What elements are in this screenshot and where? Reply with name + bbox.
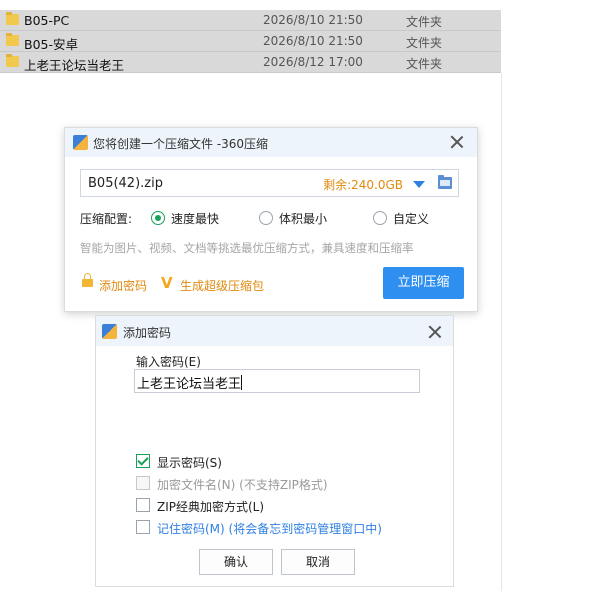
360-compress-logo-icon (73, 135, 88, 150)
360-compress-logo-icon (102, 324, 117, 339)
radio-smallest[interactable] (259, 211, 273, 225)
encrypt-filename-checkbox[interactable] (136, 476, 150, 490)
text-caret (241, 375, 243, 390)
radio-fastest[interactable] (151, 211, 165, 225)
file-list: B05-PC 2026/8/10 21:50 文件夹 B05-安卓 2026/8… (0, 10, 501, 73)
file-type: 文件夹 (406, 36, 443, 50)
show-password-checkbox[interactable] (136, 454, 150, 468)
file-date: 2026/8/12 17:00 (263, 55, 363, 69)
add-password-dialog: 添加密码 输入密码(E) 上老王论坛当老王 显示密码(S) 加密文件名(N) (… (95, 315, 454, 587)
encrypt-filename-label: 加密文件名(N) (不支持ZIP格式) (157, 478, 328, 492)
folder-icon (6, 54, 19, 67)
password-input-label: 输入密码(E) (136, 355, 201, 369)
folder-icon (6, 33, 19, 46)
remember-password-checkbox[interactable] (136, 520, 150, 534)
compress-dialog-title: 您将创建一个压缩文件 -360压缩 (93, 137, 269, 151)
folder-icon (6, 12, 19, 25)
compress-config-label: 压缩配置: (80, 212, 133, 226)
zip-classic-encryption-checkbox[interactable] (136, 498, 150, 512)
file-name: 上老王论坛当老王 (24, 58, 125, 73)
compress-dialog: 您将创建一个压缩文件 -360压缩 B05(42).zip 剩余:240.0GB… (64, 127, 478, 312)
compress-now-button[interactable]: 立即压缩 (383, 267, 464, 299)
zip-classic-encryption-label[interactable]: ZIP经典加密方式(L) (157, 498, 264, 515)
file-name: B05-安卓 (24, 37, 78, 52)
file-date: 2026/8/10 21:50 (263, 13, 363, 27)
close-icon[interactable] (449, 134, 465, 150)
file-type: 文件夹 (406, 15, 443, 29)
add-password-title: 添加密码 (123, 326, 172, 340)
radio-smallest-label[interactable]: 体积最小 (279, 210, 327, 227)
file-row-b05-android[interactable]: B05-安卓 2026/8/10 21:50 文件夹 (0, 31, 501, 52)
file-date: 2026/8/10 21:50 (263, 34, 363, 48)
cancel-button[interactable]: 取消 (281, 549, 355, 575)
browse-folder-icon[interactable] (438, 175, 452, 189)
remember-password-label[interactable]: 记住密码(M) (将会备忘到密码管理窗口中) (157, 520, 382, 537)
radio-fastest-label[interactable]: 速度最快 (171, 210, 219, 227)
close-icon[interactable] (427, 324, 443, 340)
confirm-button[interactable]: 确认 (199, 549, 273, 575)
file-name: B05-PC (24, 13, 70, 28)
archive-filename-field[interactable]: B05(42).zip 剩余:240.0GB (80, 169, 459, 197)
file-type: 文件夹 (406, 57, 443, 71)
radio-custom-label[interactable]: 自定义 (393, 210, 429, 227)
lock-icon (82, 273, 93, 287)
super-compress-v-icon: V (161, 274, 173, 292)
password-input-value: 上老王论坛当老王 (137, 375, 243, 392)
add-password-link[interactable]: 添加密码 (99, 277, 147, 294)
show-password-label[interactable]: 显示密码(S) (157, 454, 222, 471)
disk-space-remaining: 剩余:240.0GB (323, 178, 403, 192)
add-password-titlebar[interactable]: 添加密码 (96, 316, 453, 346)
chevron-down-icon[interactable] (413, 181, 425, 188)
compress-dialog-titlebar[interactable]: 您将创建一个压缩文件 -360压缩 (65, 128, 477, 157)
compress-hint: 智能为图片、视频、文档等挑选最优压缩方式，兼具速度和压缩率 (80, 241, 414, 255)
radio-custom[interactable] (373, 211, 387, 225)
file-row-b05-pc[interactable]: B05-PC 2026/8/10 21:50 文件夹 (0, 10, 501, 31)
super-compress-link[interactable]: 生成超级压缩包 (180, 277, 264, 294)
archive-filename: B05(42).zip (88, 176, 163, 191)
file-row-laowang[interactable]: 上老王论坛当老王 2026/8/12 17:00 文件夹 (0, 52, 501, 73)
